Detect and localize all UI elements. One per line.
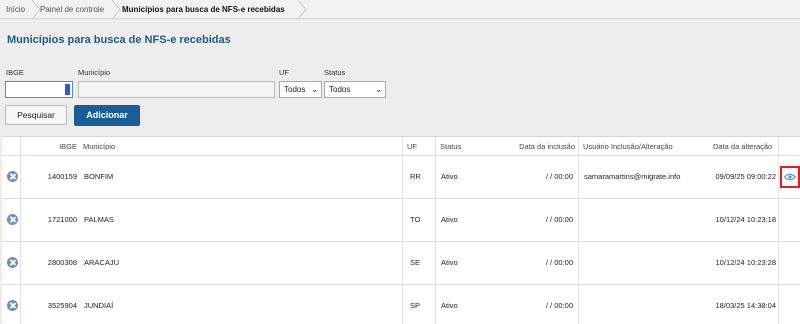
cell-ibge: 1721000 bbox=[47, 215, 77, 224]
cell-ibge: 2800308 bbox=[47, 258, 77, 267]
status-select[interactable]: Todos ⌄ bbox=[324, 81, 386, 98]
cell-data-alteracao: 10/12/24 10:23:18 bbox=[715, 215, 776, 224]
cell-municipio: PALMAS bbox=[84, 215, 114, 224]
eye-icon bbox=[784, 173, 796, 181]
cell-municipio: ARACAJU bbox=[84, 258, 120, 267]
remove-circle-icon[interactable] bbox=[7, 300, 18, 311]
table-row: 1400159 BONFIM RR Ativo / / 00:00 samara… bbox=[2, 156, 800, 199]
ibge-label: IBGE bbox=[6, 68, 24, 77]
breadcrumb-home[interactable]: Início bbox=[6, 0, 25, 19]
cell-status: Ativo bbox=[441, 215, 458, 224]
cell-uf: RR bbox=[410, 172, 421, 181]
text-cursor bbox=[65, 84, 70, 95]
chevron-down-icon: ⌄ bbox=[375, 85, 382, 94]
breadcrumb-dashboard[interactable]: Painel de controle bbox=[40, 0, 104, 19]
table-row: 1721000 PALMAS TO Ativo / / 00:00 10/12/… bbox=[2, 199, 800, 242]
breadcrumb-separator-icon bbox=[111, 0, 121, 19]
header-status[interactable]: Status bbox=[440, 137, 461, 156]
cell-data-inclusao: / / 00:00 bbox=[545, 301, 573, 310]
cell-uf: SE bbox=[410, 258, 421, 267]
cell-usuario: samaramartins@migrate.info bbox=[584, 172, 681, 181]
chevron-down-icon: ⌄ bbox=[311, 85, 318, 94]
table-row: 3525904 JUNDIAÍ SP Ativo / / 00:00 18/03… bbox=[2, 285, 800, 324]
cell-data-alteracao: 10/12/24 10:23:28 bbox=[715, 258, 776, 267]
cell-data-inclusao: / / 00:00 bbox=[545, 172, 573, 181]
cell-uf: TO bbox=[410, 215, 421, 224]
cell-data-alteracao: 09/09/25 09:00:22 bbox=[715, 172, 776, 181]
cell-status: Ativo bbox=[441, 172, 458, 181]
cell-data-alteracao: 18/03/25 14:38:04 bbox=[715, 301, 776, 310]
cell-municipio: JUNDIAÍ bbox=[84, 301, 114, 310]
remove-circle-icon[interactable] bbox=[7, 171, 18, 182]
search-button[interactable]: Pesquisar bbox=[5, 105, 67, 125]
status-select-value: Todos bbox=[329, 85, 351, 94]
breadcrumb: Início Painel de controle Municípios par… bbox=[0, 0, 800, 19]
table-header: IBGE Município UF Status Data da inclusã… bbox=[2, 137, 800, 156]
municipio-input[interactable] bbox=[78, 81, 275, 98]
view-button[interactable] bbox=[780, 166, 800, 188]
uf-select-value: Todos bbox=[284, 85, 306, 94]
ibge-input[interactable] bbox=[5, 81, 73, 98]
header-data-alteracao[interactable]: Data da alteração bbox=[713, 137, 772, 156]
cell-uf: SP bbox=[410, 301, 421, 310]
header-usuario[interactable]: Usuário Inclusão/Alteração bbox=[583, 137, 673, 156]
cell-ibge: 1400159 bbox=[47, 172, 77, 181]
cell-municipio: BONFIM bbox=[84, 172, 114, 181]
page-title: Municípios para busca de NFS-e recebidas bbox=[7, 34, 231, 46]
header-ibge[interactable]: IBGE bbox=[42, 137, 77, 156]
cell-data-inclusao: / / 00:00 bbox=[545, 215, 573, 224]
cell-data-inclusao: / / 00:00 bbox=[545, 258, 573, 267]
municipio-label: Município bbox=[78, 68, 111, 77]
uf-select[interactable]: Todos ⌄ bbox=[279, 81, 322, 98]
breadcrumb-separator-icon bbox=[297, 0, 307, 19]
remove-circle-icon[interactable] bbox=[7, 214, 18, 225]
header-municipio[interactable]: Município bbox=[83, 137, 115, 156]
remove-circle-icon[interactable] bbox=[7, 257, 18, 268]
cell-ibge: 3525904 bbox=[47, 301, 77, 310]
header-uf[interactable]: UF bbox=[407, 137, 417, 156]
cell-status: Ativo bbox=[441, 258, 458, 267]
table-row: 2800308 ARACAJU SE Ativo / / 00:00 10/12… bbox=[2, 242, 800, 285]
cell-status: Ativo bbox=[441, 301, 458, 310]
breadcrumb-current: Municípios para busca de NFS-e recebidas bbox=[122, 5, 285, 14]
header-data-inclusao[interactable]: Data da inclusão bbox=[492, 137, 575, 156]
uf-label: UF bbox=[279, 68, 289, 77]
municipios-table: IBGE Município UF Status Data da inclusã… bbox=[2, 136, 800, 324]
add-button[interactable]: Adicionar bbox=[74, 105, 140, 126]
status-label: Status bbox=[324, 68, 346, 77]
